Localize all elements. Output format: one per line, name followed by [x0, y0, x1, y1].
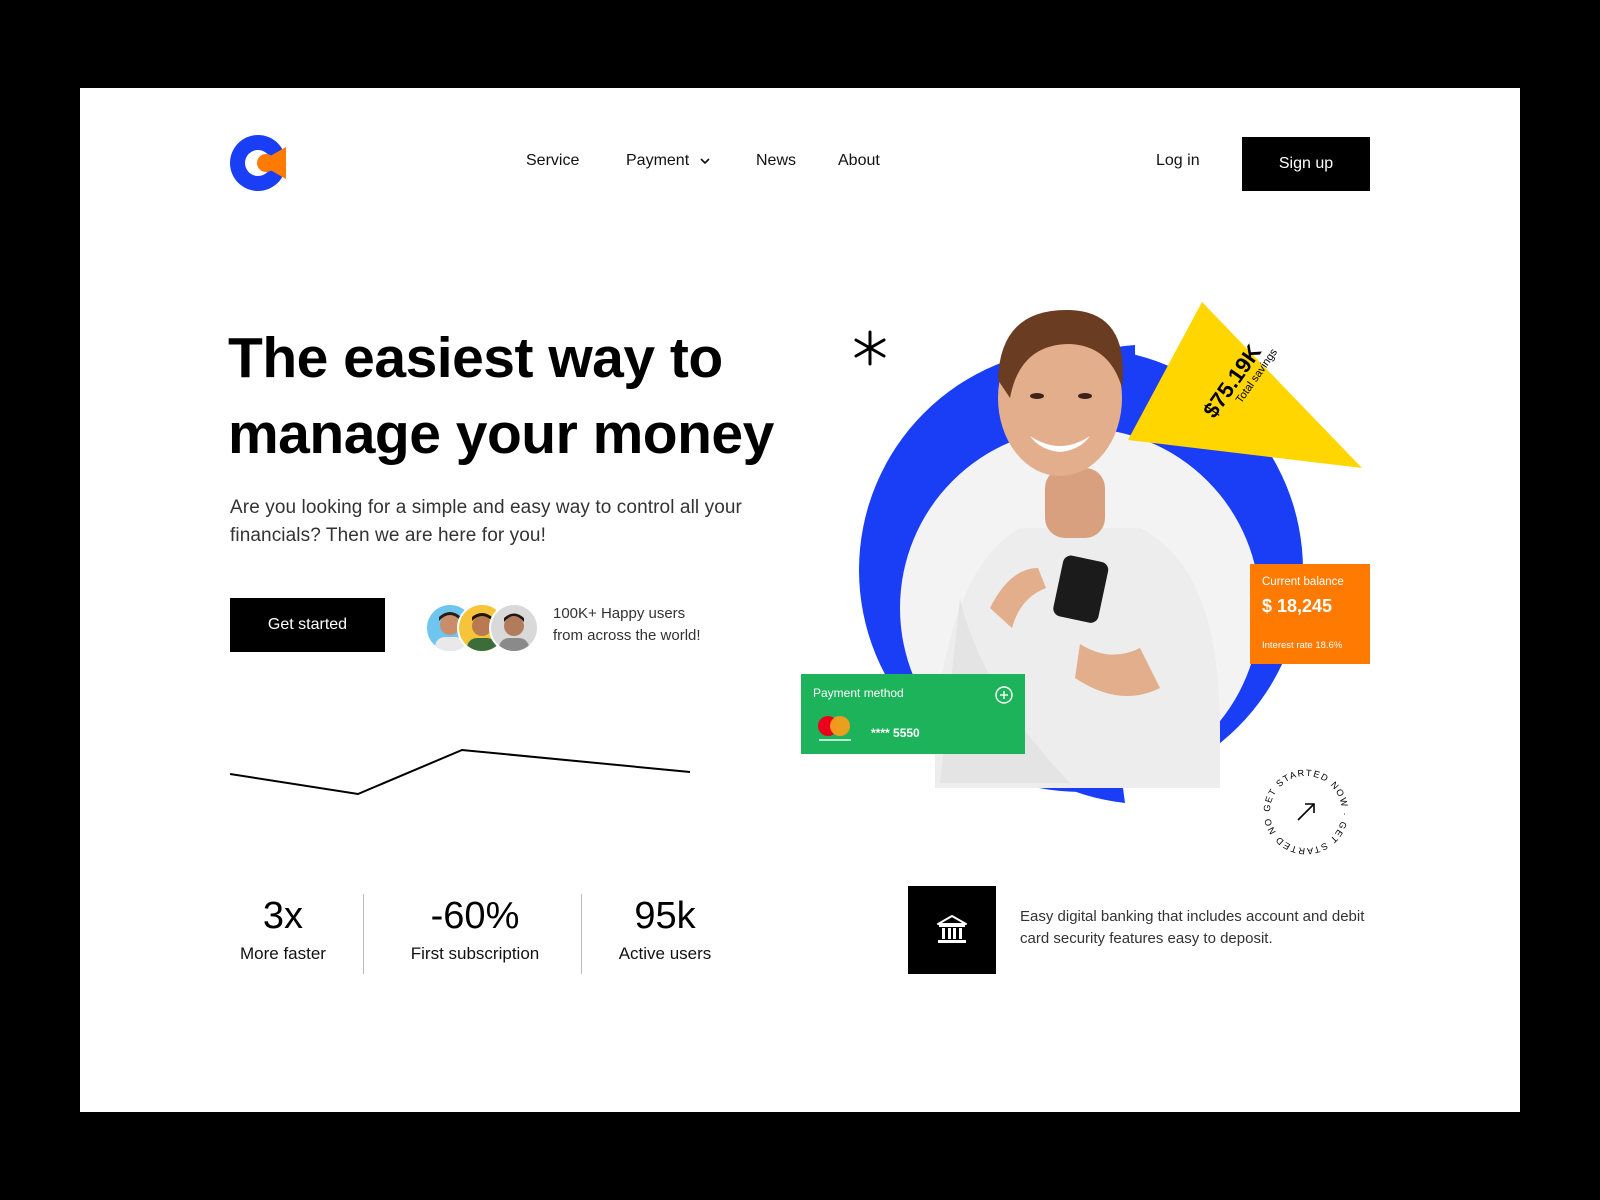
stat-label: First subscription [410, 944, 540, 963]
trend-line [230, 748, 691, 796]
badge-text: GET STARTED NOW · GET STARTED NOW · [1258, 764, 1349, 856]
feature-description: Easy digital banking that includes accou… [1020, 908, 1365, 947]
chevron-down-icon [700, 158, 710, 165]
payment-method-label: Payment method [813, 686, 904, 700]
balance-value: $ 18,245 [1262, 596, 1333, 616]
hero-title: The easiest way to manage your money [228, 326, 774, 466]
current-balance-card: Current balance $ 18,245 Interest rate 1… [1250, 564, 1370, 664]
avatar [489, 603, 539, 653]
arrow-up-right-icon [1297, 803, 1315, 821]
stat-value: -60% [430, 895, 520, 937]
stat-label: More faster [240, 944, 326, 963]
balance-label: Current balance [1262, 576, 1344, 588]
stat-value: 3x [262, 895, 304, 937]
bank-icon [937, 915, 967, 943]
users-line-1: 100K+ Happy users [553, 605, 686, 622]
add-icon[interactable] [995, 686, 1013, 704]
nav-about[interactable]: About [838, 152, 880, 170]
landing-page: Service Payment News About Log in Sign u… [80, 88, 1520, 1112]
trend-line-chart [230, 748, 691, 796]
stat-divider [581, 894, 582, 974]
signup-button[interactable]: Sign up [1242, 137, 1370, 191]
card-number: **** 5550 [871, 726, 920, 740]
stat-divider [363, 894, 364, 974]
stat-value: 95k [634, 895, 696, 937]
nav-service[interactable]: Service [526, 152, 579, 170]
stat-users: 95k Active users [610, 896, 720, 964]
stat-label: Active users [618, 944, 712, 963]
nav-payment[interactable]: Payment [626, 152, 711, 170]
hero-subtitle: Are you looking for a simple and easy wa… [230, 497, 742, 546]
interest-rate: Interest rate 18.6% [1262, 640, 1343, 651]
payment-method-card[interactable]: Payment method **** 5550 [801, 674, 1025, 754]
get-started-button[interactable]: Get started [230, 598, 385, 652]
users-line-2: from across the world! [553, 627, 701, 644]
login-link[interactable]: Log in [1156, 152, 1200, 170]
mastercard-icon [818, 716, 851, 741]
brand-logo-icon[interactable] [230, 135, 286, 191]
stat-subscription: -60% First subscription [390, 896, 560, 964]
stat-speed: 3x More faster [228, 896, 338, 964]
hero-visual [859, 302, 1362, 803]
nav-payment-label: Payment [626, 152, 690, 169]
nav-news[interactable]: News [756, 152, 796, 170]
get-started-now-badge[interactable]: GET STARTED NOW · GET STARTED NOW · [1258, 764, 1354, 860]
happy-users-text: 100K+ Happy users from across the world! [553, 603, 753, 647]
svg-text:GET STARTED NOW · GET STARTED: GET STARTED NOW · GET STARTED NOW · [1258, 764, 1350, 856]
